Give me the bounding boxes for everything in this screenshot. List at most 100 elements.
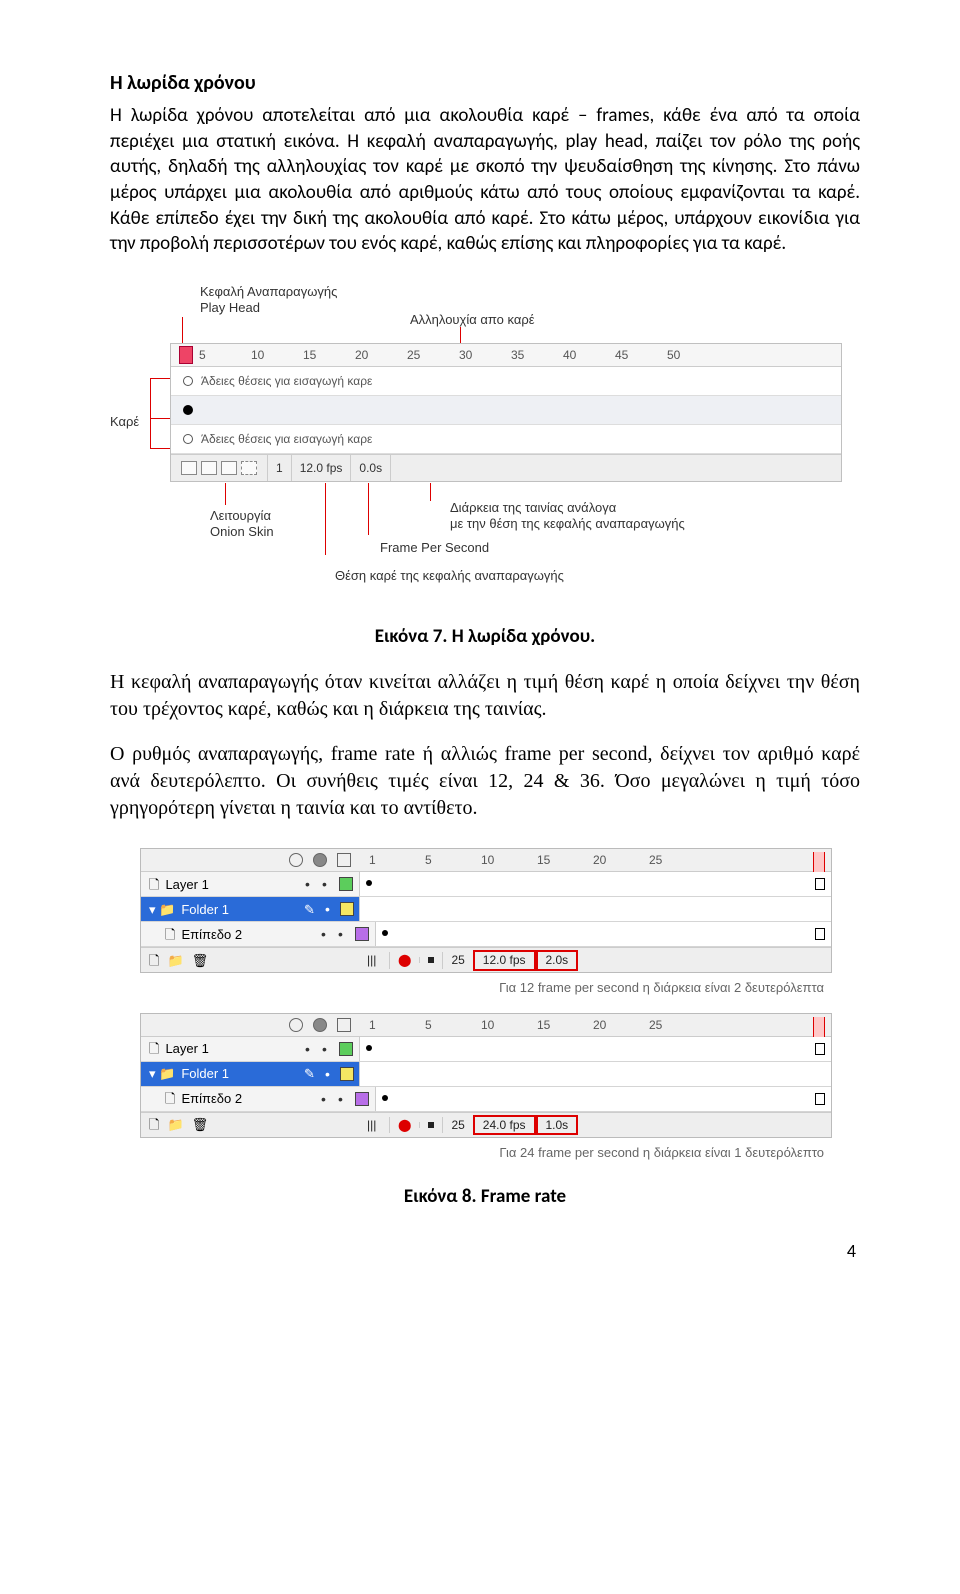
visibility-icon[interactable] bbox=[289, 1018, 303, 1032]
color-swatch[interactable] bbox=[340, 1067, 354, 1081]
timeline-track[interactable] bbox=[171, 396, 841, 425]
new-folder-icon[interactable]: 📁 bbox=[167, 1116, 183, 1134]
lock-icon[interactable] bbox=[313, 1018, 327, 1032]
new-layer-icon[interactable]: 🗋 bbox=[149, 1116, 159, 1134]
keyframe-icon bbox=[366, 880, 372, 886]
color-swatch[interactable] bbox=[340, 902, 354, 916]
layer-timeline[interactable] bbox=[359, 872, 831, 896]
onion-skin-icon[interactable] bbox=[221, 461, 237, 475]
layer-timeline[interactable] bbox=[375, 922, 831, 946]
redline bbox=[460, 327, 461, 343]
layer-row[interactable]: 🗋Επίπεδο 2 •• bbox=[141, 1087, 831, 1112]
pencil-icon bbox=[304, 1065, 315, 1083]
subcaption-a: Για 12 frame per second η διάρκεια είναι… bbox=[140, 973, 830, 1007]
color-swatch[interactable] bbox=[355, 1092, 369, 1106]
folder-icon: ▾ 📁 bbox=[149, 1065, 175, 1083]
timeline-track[interactable]: Άδειες θέσεις για εισαγωγή καρε bbox=[171, 367, 841, 396]
empty-slots-label: Άδειες θέσεις για εισαγωγή καρε bbox=[201, 373, 372, 389]
onion-label-2: Onion Skin bbox=[210, 523, 274, 541]
onion-marker-icon[interactable]: ⬤ bbox=[389, 952, 419, 968]
ruler-tick: 1 bbox=[369, 852, 425, 868]
trash-icon[interactable]: 🗑 bbox=[192, 1116, 209, 1134]
frame-label: Καρέ bbox=[110, 413, 139, 431]
onion-skin-icon[interactable] bbox=[419, 957, 442, 963]
ruler-tick: 15 bbox=[303, 347, 355, 363]
status-fps: 24.0 fps bbox=[473, 1115, 536, 1135]
ruler-tick: 5 bbox=[425, 1017, 481, 1033]
lock-icon[interactable] bbox=[313, 853, 327, 867]
layer-row[interactable]: ▾ 📁 Folder 1 • bbox=[141, 897, 831, 922]
outline-icon[interactable] bbox=[337, 1018, 351, 1032]
layer-name: Folder 1 bbox=[181, 901, 229, 919]
onion-skin-icon[interactable] bbox=[241, 461, 257, 475]
visibility-icon[interactable] bbox=[289, 853, 303, 867]
ruler-tick: 15 bbox=[537, 852, 593, 868]
redline bbox=[225, 483, 226, 505]
intro-paragraph: Η λωρίδα χρόνου αποτελείται από μια ακολ… bbox=[110, 103, 860, 257]
ruler-tick: 5 bbox=[199, 347, 251, 363]
dot-icon: • bbox=[321, 925, 326, 944]
layer-icon: 🗋 bbox=[165, 926, 175, 944]
ruler-tick: 30 bbox=[459, 347, 511, 363]
keyframe-icon bbox=[183, 376, 193, 386]
outline-icon[interactable] bbox=[337, 853, 351, 867]
layer-timeline[interactable] bbox=[375, 1087, 831, 1111]
keyframe-icon bbox=[366, 1045, 372, 1051]
timeline-ruler[interactable]: 5 10 15 20 25 30 35 40 45 50 bbox=[171, 344, 841, 367]
status-fps: 12.0 fps bbox=[292, 455, 352, 481]
onion-marker-icon[interactable]: ⬤ bbox=[389, 1117, 419, 1133]
playhead-label-2: Play Head bbox=[200, 299, 260, 317]
frame-end-icon bbox=[815, 1093, 825, 1105]
color-swatch[interactable] bbox=[339, 877, 353, 891]
layer-timeline[interactable] bbox=[359, 1037, 831, 1061]
new-folder-icon[interactable]: 📁 bbox=[167, 952, 183, 970]
page-number: 4 bbox=[110, 1239, 860, 1263]
onion-skin-controls[interactable] bbox=[171, 455, 268, 481]
layer-row[interactable]: ▾ 📁Folder 1 • bbox=[141, 1062, 831, 1087]
dot-icon: • bbox=[305, 1040, 310, 1059]
dot-icon: • bbox=[322, 875, 327, 894]
status-time: 0.0s bbox=[351, 455, 391, 481]
frame-end-icon bbox=[815, 928, 825, 940]
ruler-tick: 10 bbox=[481, 1017, 537, 1033]
dot-icon: • bbox=[325, 900, 330, 919]
timeline-ruler[interactable]: 1 5 10 15 20 25 bbox=[357, 852, 831, 868]
layer-timeline[interactable] bbox=[359, 1062, 831, 1086]
playhead-icon[interactable] bbox=[813, 852, 825, 874]
layer-row[interactable]: 🗋Επίπεδο 2 •• bbox=[141, 922, 831, 947]
new-layer-icon[interactable]: 🗋 bbox=[149, 952, 159, 970]
layers-header: 1 5 10 15 20 25 bbox=[141, 1014, 831, 1037]
color-swatch[interactable] bbox=[355, 927, 369, 941]
layer-row[interactable]: 🗋Layer 1 •• bbox=[141, 1037, 831, 1062]
layer-name: Layer 1 bbox=[165, 1040, 208, 1058]
dot-icon: • bbox=[338, 1090, 343, 1109]
color-swatch[interactable] bbox=[339, 1042, 353, 1056]
ruler-tick: 1 bbox=[369, 1017, 425, 1033]
layer-row[interactable]: 🗋Layer 1 •• bbox=[141, 872, 831, 897]
timeline-ruler[interactable]: 1 5 10 15 20 25 bbox=[357, 1017, 831, 1033]
subcaption-b: Για 24 frame per second η διάρκεια είναι… bbox=[140, 1138, 830, 1172]
folder-icon: ▾ 📁 bbox=[149, 901, 175, 919]
dot-icon: • bbox=[338, 925, 343, 944]
sequence-label: Αλληλουχία απο καρέ bbox=[410, 311, 535, 329]
layer-icon: 🗋 bbox=[149, 876, 159, 894]
onion-skin-icon[interactable] bbox=[419, 1122, 442, 1128]
layer-timeline[interactable] bbox=[359, 897, 831, 921]
keyframe-icon bbox=[382, 930, 388, 936]
ruler-tick: 10 bbox=[251, 347, 303, 363]
duration-label-1: Διάρκεια της ταινίας ανάλογα bbox=[450, 499, 616, 517]
layer-icon: 🗋 bbox=[149, 1040, 159, 1058]
keyframe-icon bbox=[382, 1095, 388, 1101]
figure-8-caption: Εικόνα 8. Frame rate bbox=[110, 1184, 860, 1210]
timeline-track[interactable]: Άδειες θέσεις για εισαγωγή καρε bbox=[171, 425, 841, 454]
trash-icon[interactable]: 🗑 bbox=[192, 952, 209, 970]
ruler-tick: 40 bbox=[563, 347, 615, 363]
ruler-tick: 5 bbox=[425, 852, 481, 868]
onion-skin-icon[interactable] bbox=[201, 461, 217, 475]
playhead-icon[interactable] bbox=[813, 1017, 825, 1039]
layer-name: Folder 1 bbox=[181, 1065, 229, 1083]
onion-skin-icon[interactable] bbox=[181, 461, 197, 475]
playhead-icon[interactable] bbox=[179, 346, 193, 364]
status-fps: 12.0 fps bbox=[473, 950, 536, 970]
paragraph-2: Η κεφαλή αναπαραγωγής όταν κινείται αλλά… bbox=[110, 669, 860, 723]
